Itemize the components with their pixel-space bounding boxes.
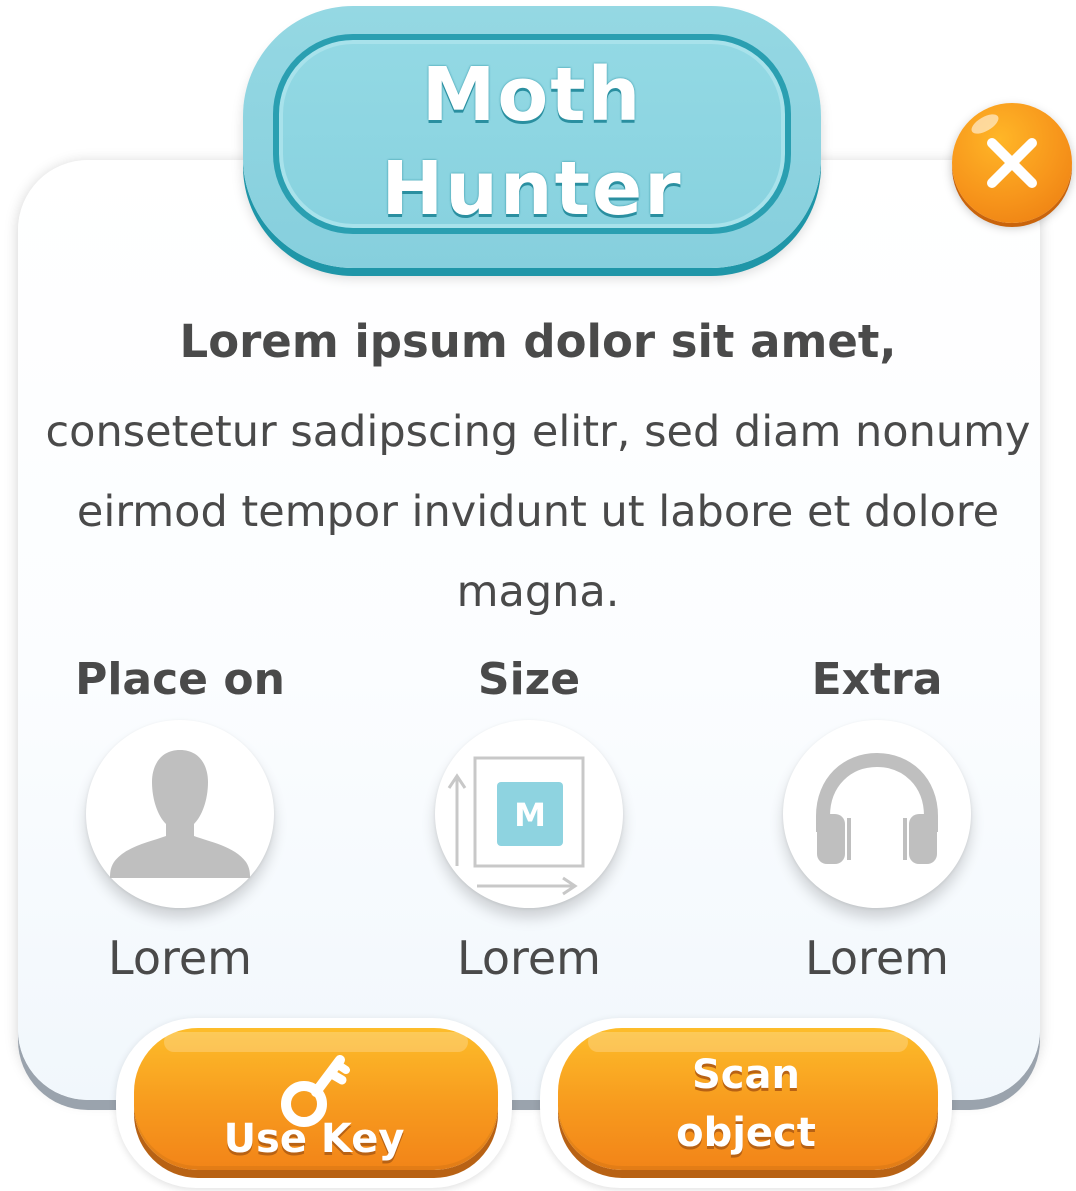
feature-size: Size M Lorem <box>349 650 709 990</box>
body-text: consetetur sadipscing elitr, sed diam no… <box>45 407 1031 617</box>
close-button-highlight <box>968 110 1002 138</box>
feature-icon-circle <box>783 720 971 908</box>
size-icon: M <box>447 756 585 896</box>
person-icon <box>110 750 250 878</box>
dialog-stage: Moth Hunter Lorem ipsum dolor sit amet, … <box>0 0 1076 1191</box>
size-badge-label: M <box>514 796 546 834</box>
feature-value: Lorem <box>805 931 949 985</box>
title-plaque: Moth Hunter <box>243 6 821 268</box>
feature-heading: Place on <box>75 654 285 705</box>
use-key-label: Use Key <box>223 1116 405 1162</box>
headphones-icon <box>816 752 938 864</box>
feature-value: Lorem <box>457 931 601 985</box>
lead-text: Lorem ipsum dolor sit amet, <box>179 315 897 368</box>
scan-object-label: Scan object <box>676 1052 816 1156</box>
feature-extra: Extra Lorem <box>697 650 1057 990</box>
close-button[interactable] <box>952 103 1072 223</box>
feature-icon-circle: M <box>435 720 623 908</box>
feature-place-on: Place on Lorem <box>0 650 360 990</box>
feature-heading: Extra <box>811 654 943 705</box>
use-key-button[interactable]: Use Key <box>116 1018 512 1188</box>
feature-heading: Size <box>477 654 581 705</box>
scan-object-button[interactable]: Scan object <box>540 1018 952 1188</box>
dialog-title: Moth Hunter <box>381 52 683 232</box>
feature-value: Lorem <box>108 931 252 985</box>
feature-icon-circle <box>86 720 274 908</box>
close-icon <box>987 138 1037 188</box>
